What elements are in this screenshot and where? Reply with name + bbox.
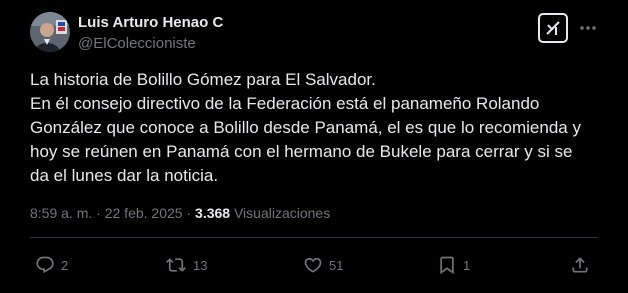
tweet-line: hoy se reúnen en Panamá con el hermano d…: [30, 142, 573, 161]
tweet-line: En él consejo directivo de la Federación…: [30, 94, 540, 113]
bookmark-button[interactable]: 1: [437, 254, 470, 276]
retweet-count: 13: [193, 257, 208, 273]
views-count: 3.368: [195, 205, 231, 221]
author-display-name[interactable]: Luis Arturo Henao C: [78, 14, 223, 31]
grok-icon: [546, 21, 560, 35]
retweet-button[interactable]: 13: [165, 254, 207, 276]
retweet-icon: [166, 258, 186, 272]
tweet-text: La historia de Bolillo Gómez para El Sal…: [30, 68, 615, 188]
bookmark-count: 1: [463, 257, 471, 273]
meta-separator: ·: [182, 205, 196, 221]
reply-icon: [36, 256, 54, 274]
like-button[interactable]: 51: [303, 254, 343, 276]
views-label: Visualizaciones: [233, 205, 331, 221]
tweet-line: da el lunes dar la noticia.: [30, 166, 219, 185]
tweet-line: González que conoce a Bolillo desde Pana…: [30, 118, 581, 137]
more-icon: [580, 26, 596, 30]
tweet-time[interactable]: 8:59 a. m.: [30, 205, 92, 221]
like-icon: [304, 257, 322, 273]
author-handle[interactable]: @ElColeccioniste: [78, 35, 196, 52]
bookmark-icon: [440, 256, 454, 275]
avatar-image: [30, 12, 70, 52]
share-button[interactable]: [570, 254, 590, 276]
grok-button[interactable]: [538, 13, 568, 43]
reply-button[interactable]: 2: [35, 254, 68, 276]
tweet-line: La historia de Bolillo Gómez para El Sal…: [30, 70, 376, 89]
tweet-date[interactable]: 22 feb. 2025: [105, 205, 183, 221]
avatar[interactable]: [30, 12, 70, 52]
more-button[interactable]: [578, 18, 598, 38]
divider: [30, 237, 598, 238]
reply-count: 2: [61, 257, 69, 273]
meta-separator: ·: [92, 205, 105, 221]
like-count: 51: [329, 257, 344, 273]
share-icon: [572, 257, 588, 273]
tweet-meta: 8:59 a. m. · 22 feb. 2025 · 3.368 Visual…: [30, 205, 330, 221]
